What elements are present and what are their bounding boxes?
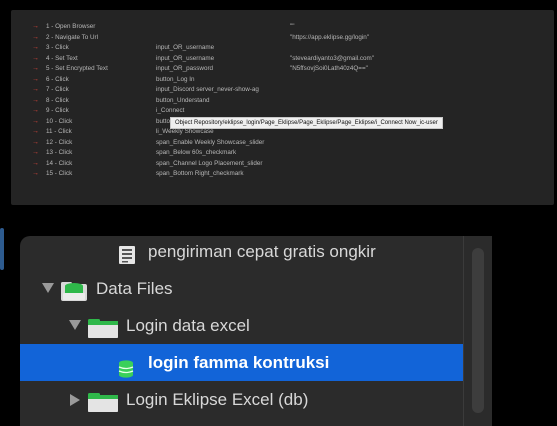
tree-item-login-eklipse-excel[interactable]: Login Eklipse Excel (db): [20, 381, 465, 418]
chevron-down-icon[interactable]: [69, 320, 81, 332]
object-path-tooltip: Object Repository/eklipse_login/Page_Ekl…: [170, 117, 443, 129]
tree-item-label: pengiriman cepat gratis ongkir: [148, 242, 376, 261]
test-explorer-tree: pengiriman cepat gratis ongkir Data File…: [20, 236, 492, 426]
tree-scrollbar[interactable]: [463, 236, 492, 426]
test-step-row[interactable]: → 15 - Click span_Bottom Right_checkmark: [11, 168, 554, 180]
tree-item-label: Login data excel: [126, 316, 250, 335]
chevron-down-icon[interactable]: [42, 283, 54, 295]
chevron-right-icon[interactable]: [70, 394, 82, 406]
side-accent-bar: [0, 228, 4, 270]
folder-icon: [87, 389, 119, 426]
step-label: 15 - Click: [46, 170, 73, 177]
tree-item-pengiriman[interactable]: pengiriman cepat gratis ongkir: [20, 236, 465, 270]
tree-item-label: login famma kontruksi: [148, 353, 330, 372]
step-arrow-icon: →: [32, 170, 39, 177]
tree-item-label: Data Files: [96, 279, 173, 298]
step-object: span_Bottom Right_checkmark: [156, 170, 244, 177]
tree-item-label: Login Eklipse Excel (db): [126, 390, 309, 409]
tree-item-login-data-excel[interactable]: Login data excel: [20, 307, 465, 344]
scrollbar-thumb[interactable]: [472, 248, 484, 413]
test-steps-panel: → 1 - Open Browser "" → 2 - Navigate To …: [11, 10, 554, 205]
tree-item-login-famma-kontruksi[interactable]: login famma kontruksi: [20, 344, 465, 381]
tree-item-data-files[interactable]: Data Files: [20, 270, 465, 307]
